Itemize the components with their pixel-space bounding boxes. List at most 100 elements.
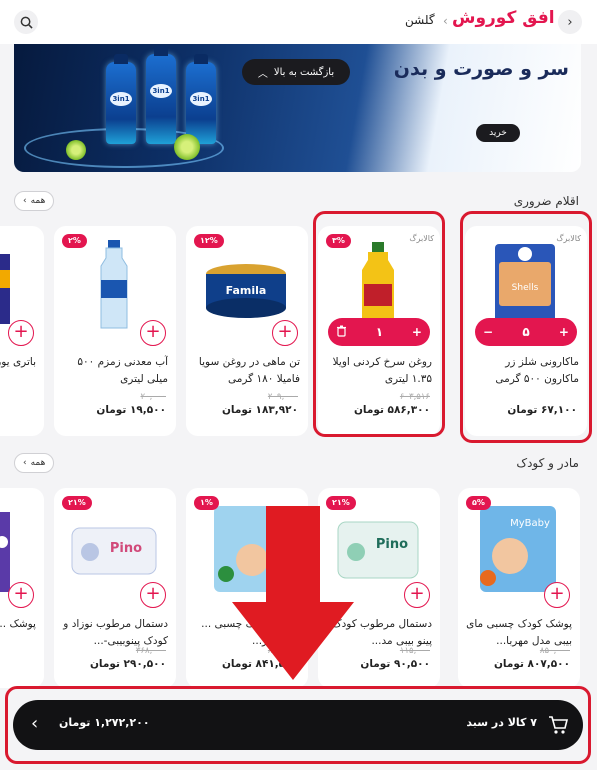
product-price: ۱۸۳,۹۲۰ تومان <box>221 404 298 416</box>
back-to-top-button[interactable]: بازگشت به بالا ︿ <box>242 59 350 85</box>
product-price: ۸۴۱,۵۰۰ تومان <box>221 658 298 670</box>
discount-badge: ۲% <box>62 234 87 248</box>
svg-text:Famila: Famila <box>226 284 267 297</box>
product-name: باتری یوروس <box>0 356 36 368</box>
add-to-cart-button[interactable]: + <box>8 320 34 346</box>
svg-text:Pino: Pino <box>376 537 408 552</box>
plus-icon[interactable]: + <box>412 325 422 339</box>
add-to-cart-button[interactable]: + <box>140 582 166 608</box>
breadcrumb-separator: ‹ <box>443 14 448 28</box>
section-title: مادر و کودک <box>516 456 579 470</box>
bottle-image: 3in1 <box>186 54 216 144</box>
bottle-image: 3in1 <box>146 46 176 144</box>
discount-badge: ۳% <box>326 234 351 248</box>
banner-buy-button[interactable]: خرید <box>476 124 520 142</box>
product-card[interactable]: Pino ۲۱% + دستمال مرطوب نوزاد و کودک پین… <box>54 488 176 688</box>
product-image: MyBaby <box>474 502 562 594</box>
product-image: Famila <box>202 240 290 332</box>
chevron-up-icon: ︿ <box>257 68 268 80</box>
product-name: روغن سرخ کردنی اویلا ۱.۳۵ لیتری <box>332 356 432 385</box>
minus-icon[interactable]: − <box>483 325 493 339</box>
discount-badge: ۲۱% <box>62 496 92 510</box>
lime-image <box>66 140 86 160</box>
discount-badge: ۱% <box>194 496 219 510</box>
old-price: ۶۰۳,۵۱۶ <box>399 392 430 402</box>
product-card[interactable]: MyBaby ۵% + پوشک کودک چسبی مای بیبی مدل … <box>458 488 580 688</box>
product-image <box>0 240 12 332</box>
product-price: ۸۰۷,۵۰۰ تومان <box>493 658 570 670</box>
product-card[interactable]: کالابرگ ۳% ۱ + روغن سرخ کردنی اویلا ۱.۳۵… <box>318 226 440 436</box>
back-to-top-label: بازگشت به بالا <box>273 66 335 78</box>
product-card[interactable]: + پوشک ... مای بی... <box>0 488 44 688</box>
old-price: ۸۵۰,۰۰۰ <box>539 646 570 656</box>
old-price: ۲۰۹,۰۰۰ <box>267 392 298 402</box>
product-image: Pino <box>70 502 158 594</box>
top-header: › افق کوروش ‹ گلشن <box>0 0 597 44</box>
product-image <box>0 502 12 594</box>
section-title: اقلام ضروری <box>513 194 579 208</box>
product-image <box>202 502 290 594</box>
product-card[interactable]: + باتری یوروس <box>0 226 44 436</box>
product-name: دستمال مرطوب کودک پینو بیبی مد... <box>332 618 432 647</box>
add-to-cart-button[interactable]: + <box>544 582 570 608</box>
old-price: ۱۱۵,۰۰۰ <box>399 646 430 656</box>
product-card[interactable]: Shells کالابرگ − ۵ + ماکارونی شلز زر ماک… <box>465 226 587 436</box>
voucher-tag: کالابرگ <box>409 234 434 243</box>
chevron-left-icon[interactable]: ‹ <box>31 713 38 734</box>
product-card[interactable]: Famila ۱۲% + تن ماهی در روغن سویا فامیلا… <box>186 226 308 436</box>
search-icon <box>20 16 33 29</box>
chevron-left-icon: ‹ <box>23 196 27 206</box>
product-price: ۹۰,۵۰۰ تومان <box>360 658 430 670</box>
product-name: ماکارونی شلز زر ماکارون ۵۰۰ گرمی <box>495 356 579 385</box>
discount-badge: ۲۱% <box>326 496 356 510</box>
product-name: پوشک ... مای بی... <box>0 618 36 630</box>
old-price: ۳۶۸,۰۰۰ <box>135 646 166 656</box>
old-price: ۲۰,۰۰۰ <box>140 392 166 402</box>
quantity-value: ۵ <box>522 325 530 339</box>
product-name: پوشک کودک چسبی مای بیبی مدل مهربا... <box>466 618 572 647</box>
product-price: ۶۷,۱۰۰ تومان <box>507 404 577 416</box>
branch-name[interactable]: گلشن <box>405 13 435 27</box>
quantity-stepper[interactable]: − ۵ + <box>475 318 577 346</box>
see-all-button[interactable]: ‹ همه <box>14 453 55 473</box>
quantity-value: ۱ <box>375 325 384 339</box>
cart-summary-bar[interactable]: ۷ کالا در سبد ۱,۲۷۲,۲۰۰ تومان ‹ <box>13 700 583 750</box>
banner-headline: سر و صورت و بدن <box>393 58 569 80</box>
app-page: › افق کوروش ‹ گلشن 3in1 3in1 3in1 سر و ص… <box>0 0 597 770</box>
trash-icon[interactable] <box>336 325 347 340</box>
product-image: Pino <box>334 502 422 594</box>
chevron-right-icon: › <box>567 14 573 30</box>
product-name: آب معدنی زمزم ۵۰۰ میلی لیتری <box>77 356 168 385</box>
back-button[interactable]: › <box>558 10 582 34</box>
old-price: ۸۵۰,۰۰۰ <box>267 646 298 656</box>
add-to-cart-button[interactable]: + <box>272 582 298 608</box>
discount-badge: ۱۲% <box>194 234 224 248</box>
quantity-stepper[interactable]: ۱ + <box>328 318 430 346</box>
product-card[interactable]: ۱% + پوشک کودک چسبی ... کانال دار... ۸۵۰… <box>186 488 308 688</box>
product-card[interactable]: Pino ۲۱% + دستمال مرطوب کودک پینو بیبی م… <box>318 488 440 688</box>
plus-icon[interactable]: + <box>559 325 569 339</box>
voucher-tag: کالابرگ <box>556 234 581 243</box>
cart-item-count: ۷ کالا در سبد <box>466 716 537 729</box>
see-all-button[interactable]: ‹ همه <box>14 191 55 211</box>
add-to-cart-button[interactable]: + <box>272 320 298 346</box>
product-image <box>70 240 158 332</box>
add-to-cart-button[interactable]: + <box>140 320 166 346</box>
product-name: تن ماهی در روغن سویا فامیلا ۱۸۰ گرمی <box>198 356 300 385</box>
cart-total-price: ۱,۲۷۲,۲۰۰ تومان <box>59 716 150 729</box>
product-price: ۱۹,۵۰۰ تومان <box>96 404 166 416</box>
svg-text:MyBaby: MyBaby <box>510 518 550 529</box>
product-price: ۲۹۰,۵۰۰ تومان <box>89 658 166 670</box>
search-button[interactable] <box>14 10 38 34</box>
see-all-label: همه <box>30 196 46 206</box>
add-to-cart-button[interactable]: + <box>404 582 430 608</box>
cart-icon <box>547 714 569 736</box>
add-to-cart-button[interactable]: + <box>8 582 34 608</box>
svg-text:Shells: Shells <box>512 283 539 293</box>
lime-image <box>174 134 200 160</box>
product-card[interactable]: ۲% + آب معدنی زمزم ۵۰۰ میلی لیتری ۲۰,۰۰۰… <box>54 226 176 436</box>
product-price: ۵۸۶,۳۰۰ تومان <box>353 404 430 416</box>
bottle-image: 3in1 <box>106 54 136 144</box>
store-logo[interactable]: افق کوروش <box>452 8 555 28</box>
discount-badge: ۵% <box>466 496 491 510</box>
